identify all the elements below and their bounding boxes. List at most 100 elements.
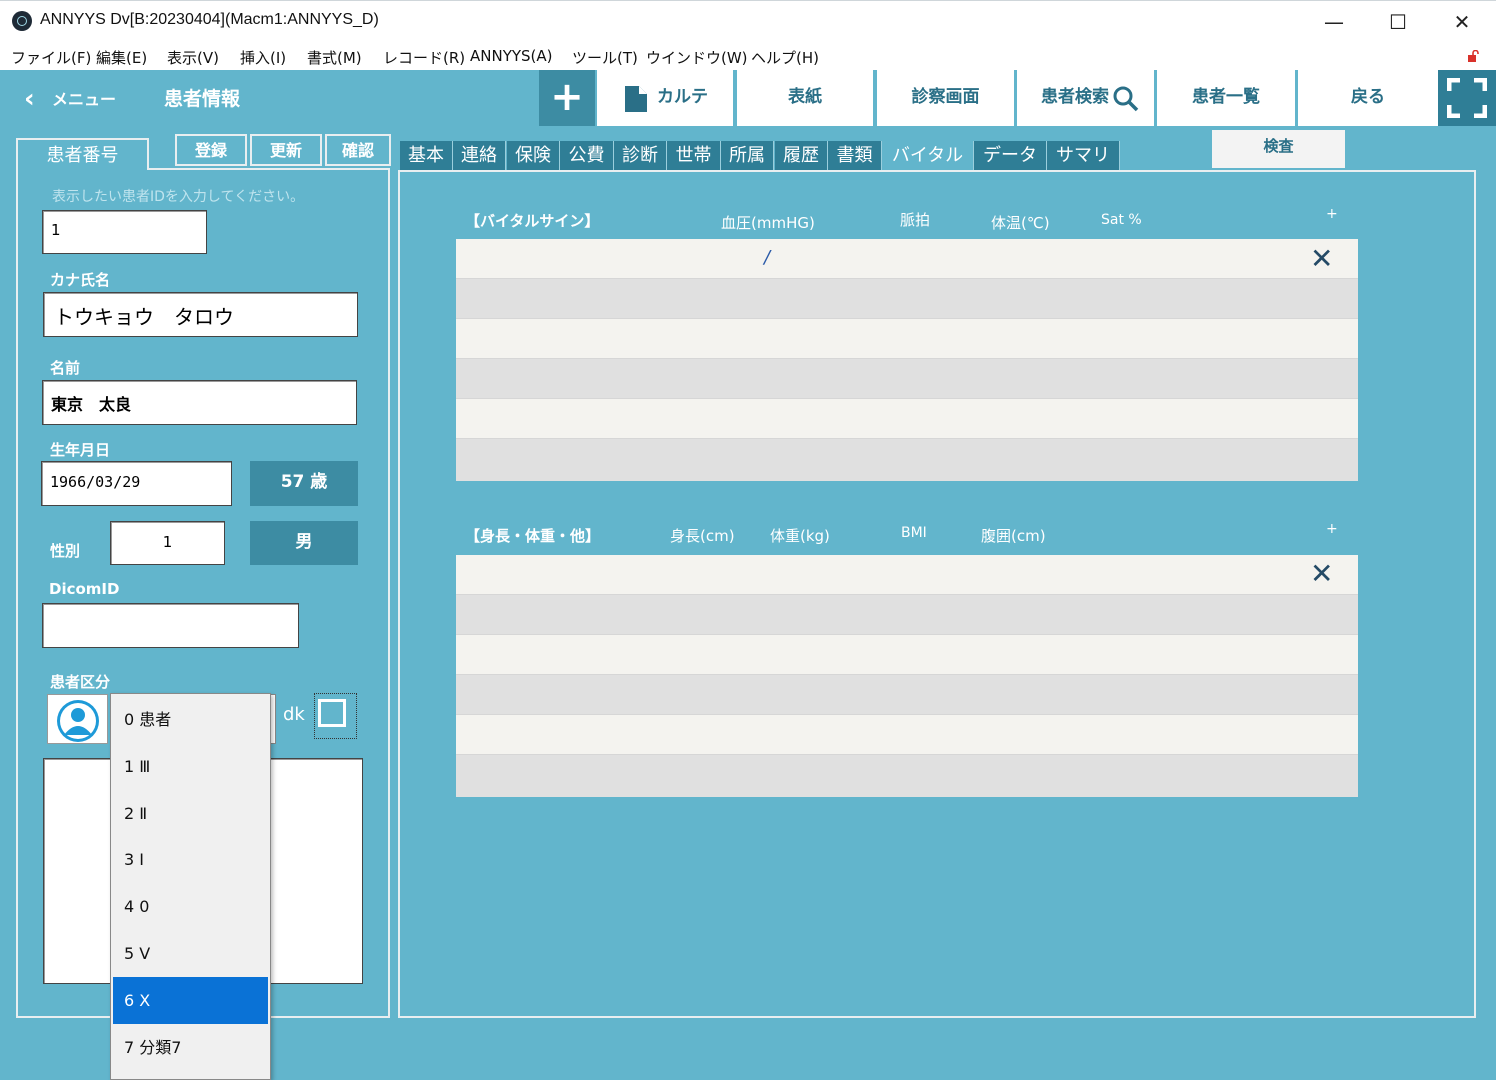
add-button[interactable]: + (539, 70, 595, 126)
user-icon (57, 700, 99, 742)
patient-avatar (47, 694, 108, 744)
search-icon (1113, 86, 1139, 112)
menu-file[interactable]: ファイル(F) (11, 47, 91, 68)
patient-search-button[interactable]: 患者検索 (1017, 70, 1157, 126)
name-label: 名前 (50, 359, 81, 377)
kana-name-label: カナ氏名 (50, 271, 111, 289)
dicom-id-label: DicomID (49, 580, 120, 598)
menu-record[interactable]: レコード(R) (383, 47, 465, 68)
tab-public-expense[interactable]: 公費 (560, 141, 614, 171)
unlock-icon[interactable] (1467, 50, 1479, 62)
dropdown-option-selected[interactable]: 6 Ⅹ (113, 977, 268, 1024)
menu-bar: ファイル(F) 編集(E) 表示(V) 挿入(I) 書式(M) レコード(R) … (0, 44, 1496, 70)
body-delete-row-icon[interactable]: ✕ (1310, 557, 1333, 590)
sex-code-field[interactable]: 1 (110, 521, 225, 565)
vitals-delete-row-icon[interactable]: ✕ (1310, 242, 1333, 275)
table-row[interactable] (456, 359, 1358, 399)
tab-summary[interactable]: サマリ (1047, 141, 1120, 171)
tab-diagnosis[interactable]: 診断 (614, 141, 667, 171)
menu-link[interactable]: メニュー (52, 86, 116, 110)
dropdown-option[interactable]: 4 0 (113, 883, 268, 930)
table-row[interactable] (456, 399, 1358, 439)
patient-list-button[interactable]: 患者一覧 (1157, 70, 1298, 126)
register-button[interactable]: 登録 (175, 134, 247, 166)
table-row[interactable] (456, 635, 1358, 675)
vitals-table (456, 239, 1358, 481)
document-icon (625, 86, 647, 112)
app-logo-icon (12, 11, 32, 31)
back-button[interactable]: 戻る (1298, 70, 1438, 126)
exam-screen-button[interactable]: 診察画面 (877, 70, 1017, 126)
kana-name-field[interactable]: トウキョウ タロウ (43, 292, 358, 337)
window-title: ANNYYS Dv[B:20230404](Macm1:ANNYYS_D) (40, 11, 379, 28)
dropdown-option[interactable]: 1 Ⅲ (113, 743, 268, 790)
vitals-add-button[interactable]: + (1326, 206, 1338, 222)
back-chevron-icon[interactable]: ‹ (24, 84, 35, 114)
tab-contact[interactable]: 連絡 (453, 141, 506, 171)
body-col-bmi: BMI (901, 525, 927, 541)
tab-data[interactable]: データ (974, 141, 1047, 171)
body-measure-table (456, 555, 1358, 797)
table-row[interactable] (456, 319, 1358, 359)
birthdate-label: 生年月日 (50, 441, 111, 459)
menu-view[interactable]: 表示(V) (167, 47, 219, 68)
patient-id-hint: 表示したい患者IDを入力してください。 (52, 189, 305, 205)
dropdown-option[interactable]: 7 分類7 (113, 1024, 268, 1071)
dicom-id-field[interactable] (42, 603, 299, 648)
menu-edit[interactable]: 編集(E) (96, 47, 147, 68)
patient-category-dropdown[interactable]: 0 患者 1 Ⅲ 2 Ⅱ 3 Ⅰ 4 0 5 Ⅴ 6 Ⅹ 7 分類7 (110, 693, 271, 1080)
patient-number-tab[interactable]: 患者番号 (16, 138, 149, 170)
cover-button[interactable]: 表紙 (737, 70, 876, 126)
menu-annyys[interactable]: ANNYYS(A) (470, 47, 553, 65)
table-row[interactable] (456, 555, 1358, 595)
confirm-button[interactable]: 確認 (325, 134, 391, 166)
bp-separator: / (764, 247, 771, 268)
vitals-col-bp: 血圧(mmHG) (721, 214, 815, 232)
tab-affiliation[interactable]: 所属 (721, 141, 774, 171)
patient-id-field[interactable]: 1 (42, 210, 207, 254)
table-row[interactable] (456, 239, 1358, 279)
menu-window[interactable]: ウインドウ(W) (646, 47, 748, 68)
tab-household[interactable]: 世帯 (667, 141, 721, 171)
tab-history[interactable]: 履歴 (775, 141, 828, 171)
update-button[interactable]: 更新 (250, 134, 322, 166)
karte-button[interactable]: カルテ (597, 70, 736, 126)
maximize-button[interactable]: ☐ (1366, 6, 1430, 38)
tab-vitals[interactable]: バイタル (882, 141, 974, 172)
patient-category-label: 患者区分 (50, 673, 111, 691)
age-display: 57 歳 (250, 461, 358, 506)
menu-help[interactable]: ヘルプ(H) (751, 47, 819, 68)
body-col-height: 身長(cm) (670, 527, 735, 545)
body-col-weight: 体重(kg) (770, 527, 830, 545)
body-section-title: 【身長・体重・他】 (465, 527, 601, 545)
dk-checkbox[interactable] (318, 699, 346, 727)
tab-basic[interactable]: 基本 (400, 141, 453, 171)
menu-tools[interactable]: ツール(T) (572, 47, 638, 68)
table-row[interactable] (456, 675, 1358, 715)
table-row[interactable] (456, 755, 1358, 797)
dropdown-option[interactable]: 5 Ⅴ (113, 930, 268, 977)
tab-examination[interactable]: 検査 (1212, 130, 1345, 168)
vitals-col-pulse: 脈拍 (900, 211, 931, 229)
minimize-button[interactable]: — (1302, 6, 1366, 38)
body-col-waist: 腹囲(cm) (981, 527, 1046, 545)
tab-insurance[interactable]: 保険 (507, 141, 560, 171)
fullscreen-button[interactable] (1438, 70, 1496, 126)
name-field[interactable]: 東京 太良 (42, 380, 357, 425)
dropdown-option[interactable]: 3 Ⅰ (113, 836, 268, 883)
table-row[interactable] (456, 279, 1358, 319)
table-row[interactable] (456, 439, 1358, 481)
karte-label: カルテ (657, 87, 708, 107)
body-add-button[interactable]: + (1326, 521, 1338, 537)
table-row[interactable] (456, 595, 1358, 635)
dropdown-option[interactable]: 2 Ⅱ (113, 790, 268, 837)
vitals-col-sat: Sat % (1101, 212, 1142, 228)
close-window-button[interactable]: ✕ (1430, 6, 1494, 38)
birthdate-field[interactable]: 1966/03/29 (41, 461, 232, 506)
dropdown-option[interactable]: 0 患者 (113, 696, 268, 743)
menu-format[interactable]: 書式(M) (307, 47, 362, 68)
table-row[interactable] (456, 715, 1358, 755)
menu-insert[interactable]: 挿入(I) (240, 47, 286, 68)
patient-search-label: 患者検索 (1041, 87, 1109, 107)
tab-documents[interactable]: 書類 (828, 141, 882, 171)
